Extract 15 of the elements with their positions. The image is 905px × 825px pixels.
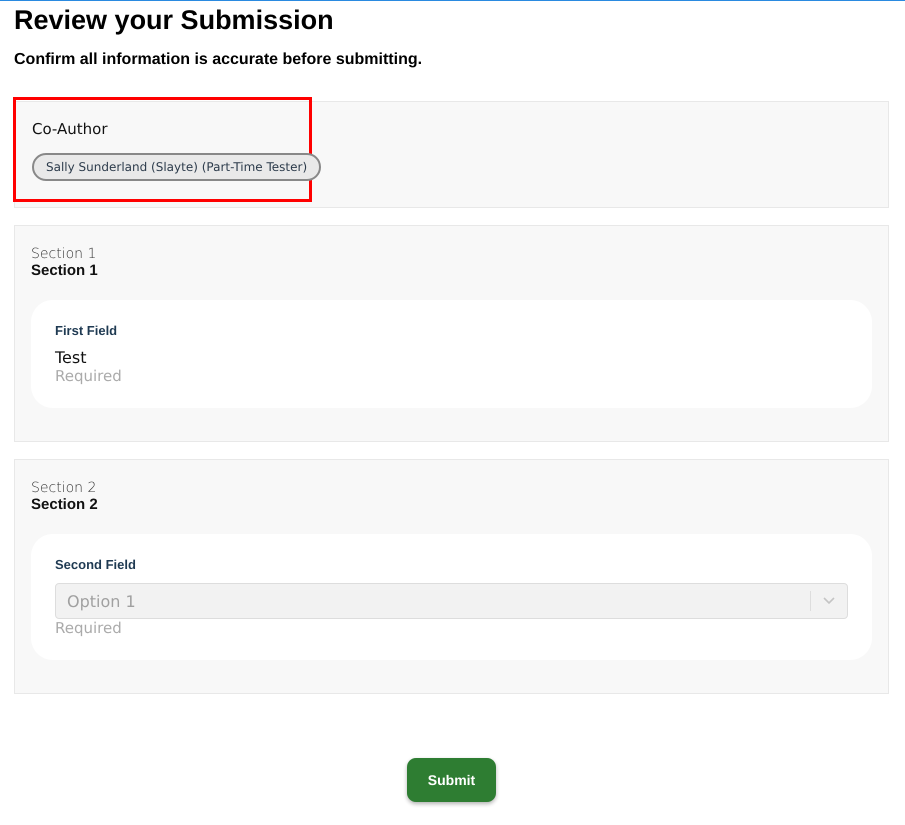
field-value: Test	[55, 348, 88, 367]
submit-button[interactable]: Submit	[407, 758, 496, 802]
section-caption: Section 2	[31, 480, 98, 496]
page-title: Review your Submission	[14, 4, 335, 36]
chevron-down-icon	[823, 597, 835, 605]
section-caption: Section 1	[31, 246, 98, 262]
field-hint: Required	[55, 619, 123, 638]
field-hint: Required	[55, 367, 123, 386]
field-label: Second Field	[55, 557, 137, 572]
page-subtitle: Confirm all information is accurate before submitting.	[14, 50, 424, 70]
section-heading: Section 1	[31, 262, 99, 280]
author-chip: Sally Sunderland (Slayte) (Part-Time Tester)	[32, 153, 322, 181]
field-label: First Field	[55, 323, 118, 338]
co-author-label: Co-Author	[32, 119, 109, 139]
section-heading: Section 2	[31, 496, 99, 514]
